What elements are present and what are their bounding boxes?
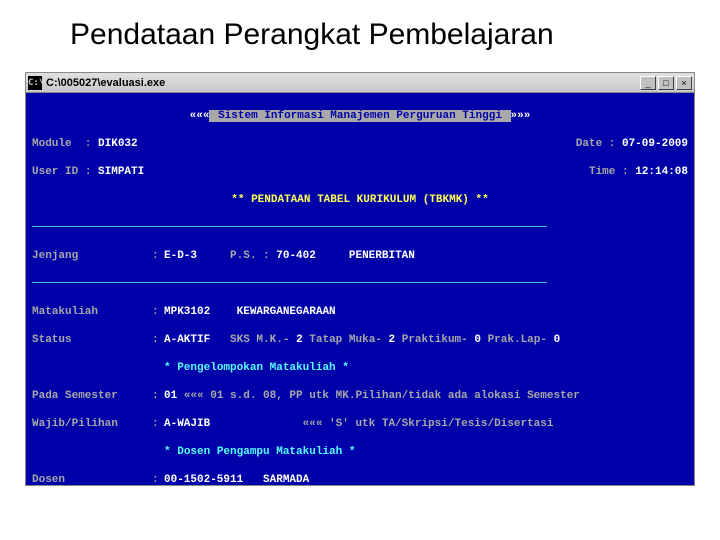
header-row-1: Module : DIK032Date : 07-09-2009 — [32, 137, 688, 151]
maximize-button[interactable]: □ — [658, 76, 674, 90]
separator: ────────────────────────────────────────… — [32, 277, 688, 291]
minimize-button[interactable]: _ — [640, 76, 656, 90]
group-heading: * Pengelompokan Matakuliah * — [32, 361, 688, 375]
time-value: 12:14:08 — [635, 165, 688, 179]
wajib-row: Wajib/Pilihan: A-WAJIB ««« 'S' utk TA/Sk… — [32, 417, 688, 431]
window-title: C:\005027\evaluasi.exe — [46, 77, 638, 89]
semester-row: Pada Semester: 01 ««« 01 s.d. 08, PP utk… — [32, 389, 688, 403]
console-window: C:\ C:\005027\evaluasi.exe _ □ × ««« Sis… — [25, 72, 695, 486]
dosen-heading: * Dosen Pengampu Matakuliah * — [32, 445, 688, 459]
cmd-icon: C:\ — [28, 76, 42, 90]
header-row-2: User ID : SIMPATITime : 12:14:08 — [32, 165, 688, 179]
dosen-name: SARMADA — [263, 473, 309, 485]
userid-value: SIMPATI — [98, 165, 144, 179]
screen-subtitle: ** PENDATAAN TABEL KURIKULUM (TBKMK) ** — [32, 193, 688, 207]
jenjang-row: Jenjang: E-D-3 P.S. : 70-402 PENERBITAN — [32, 249, 688, 263]
status-value[interactable]: A-AKTIF — [164, 333, 210, 347]
ps-value[interactable]: 70-402 — [276, 249, 316, 263]
semester-value[interactable]: 01 — [164, 389, 177, 403]
window-titlebar: C:\ C:\005027\evaluasi.exe _ □ × — [26, 73, 694, 93]
status-row: Status: A-AKTIF SKS M.K.- 2 Tatap Muka- … — [32, 333, 688, 347]
wajib-value[interactable]: A-WAJIB — [164, 417, 210, 431]
dosen-row: Dosen: 00-1502-5911 SARMADA — [32, 473, 688, 485]
date-value: 07-09-2009 — [622, 137, 688, 151]
separator: ────────────────────────────────────────… — [32, 221, 688, 235]
mk-name: KEWARGANEGARAAN — [237, 305, 336, 319]
slide-title: Pendataan Perangkat Pembelajaran — [0, 0, 720, 62]
system-banner: ««« Sistem Informasi Manajemen Perguruan… — [32, 109, 688, 123]
module-value: DIK032 — [98, 137, 138, 151]
terminal-screen: ««« Sistem Informasi Manajemen Perguruan… — [26, 93, 694, 485]
matakuliah-row: Matakuliah: MPK3102 KEWARGANEGARAAN — [32, 305, 688, 319]
dosen-code[interactable]: 00-1502-5911 — [164, 473, 243, 485]
mk-code[interactable]: MPK3102 — [164, 305, 210, 319]
close-button[interactable]: × — [676, 76, 692, 90]
penerbit: PENERBITAN — [349, 249, 415, 263]
jenjang-value[interactable]: E-D-3 — [164, 249, 197, 263]
